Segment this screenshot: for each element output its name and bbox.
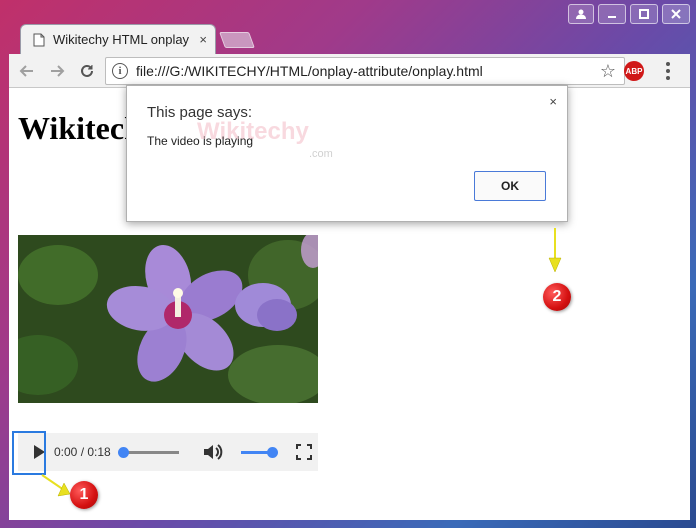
annotation-marker-1: 1 [70,481,98,509]
arrow-to-marker-1 [41,474,71,497]
annotation-marker-2: 2 [543,283,571,311]
arrow-to-marker-2 [548,228,562,273]
annotation-arrows [41,228,562,497]
